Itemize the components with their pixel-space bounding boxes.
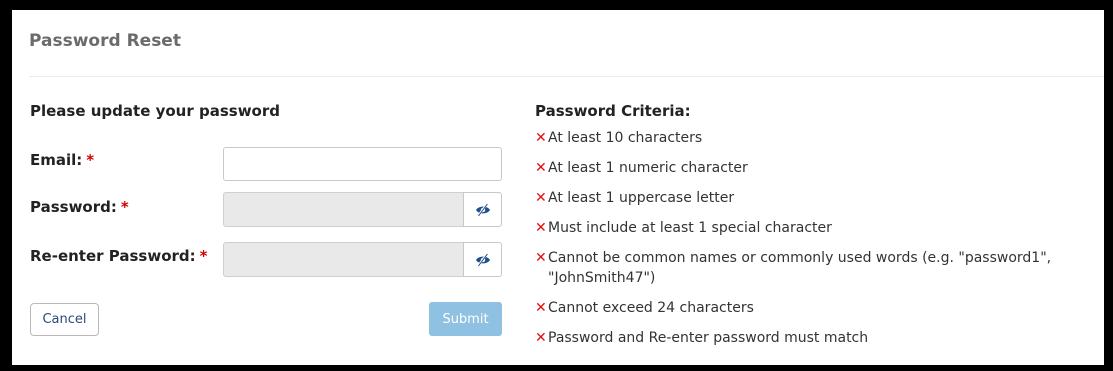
reenter-password-label: Re-enter Password: * <box>30 247 208 265</box>
email-label: Email: * <box>30 151 94 169</box>
eye-slash-icon <box>475 252 490 267</box>
reenter-password-field[interactable] <box>223 242 464 277</box>
criteria-item: ✕ At least 1 numeric character <box>535 158 1100 178</box>
required-asterisk: * <box>86 151 95 169</box>
criteria-item: ✕ Must include at least 1 special charac… <box>535 218 1100 238</box>
form-heading: Please update your password <box>30 102 280 120</box>
cancel-button[interactable]: Cancel <box>30 303 99 336</box>
criteria-text: At least 1 numeric character <box>548 160 748 176</box>
header-divider <box>29 76 1104 77</box>
password-field[interactable] <box>223 192 464 227</box>
submit-button[interactable]: Submit <box>429 302 502 336</box>
criteria-text: Cannot be common names or commonly used … <box>548 250 1052 286</box>
password-reset-panel: Password Reset Please update your passwo… <box>12 10 1104 365</box>
criteria-text: Password and Re-enter password must matc… <box>548 330 869 346</box>
email-label-text: Email: <box>30 151 83 169</box>
x-mark-icon: ✕ <box>535 160 547 176</box>
criteria-text: At least 1 uppercase letter <box>548 190 735 206</box>
x-mark-icon: ✕ <box>535 190 547 206</box>
criteria-text: Cannot exceed 24 characters <box>548 300 754 316</box>
criteria-item: ✕ Cannot exceed 24 characters <box>535 298 1100 318</box>
password-label: Password: * <box>30 198 129 216</box>
criteria-text: At least 10 characters <box>548 130 703 146</box>
page-title: Password Reset <box>29 31 181 51</box>
password-label-text: Password: <box>30 198 117 216</box>
criteria-item: ✕ Cannot be common names or commonly use… <box>535 248 1100 288</box>
criteria-text: Must include at least 1 special characte… <box>548 220 832 236</box>
required-asterisk: * <box>199 247 208 265</box>
email-field[interactable] <box>223 147 502 181</box>
criteria-heading: Password Criteria: <box>535 102 691 120</box>
criteria-list: ✕ At least 10 characters ✕ At least 1 nu… <box>535 128 1100 358</box>
toggle-password-visibility-button[interactable] <box>463 192 502 227</box>
toggle-reenter-password-visibility-button[interactable] <box>463 242 502 277</box>
x-mark-icon: ✕ <box>535 330 547 346</box>
criteria-item: ✕ Password and Re-enter password must ma… <box>535 328 1100 348</box>
x-mark-icon: ✕ <box>535 220 547 236</box>
criteria-item: ✕ At least 1 uppercase letter <box>535 188 1100 208</box>
eye-slash-icon <box>475 202 490 217</box>
criteria-item: ✕ At least 10 characters <box>535 128 1100 148</box>
x-mark-icon: ✕ <box>535 130 547 146</box>
required-asterisk: * <box>120 198 129 216</box>
x-mark-icon: ✕ <box>535 250 547 266</box>
reenter-password-label-text: Re-enter Password: <box>30 247 196 265</box>
x-mark-icon: ✕ <box>535 300 547 316</box>
